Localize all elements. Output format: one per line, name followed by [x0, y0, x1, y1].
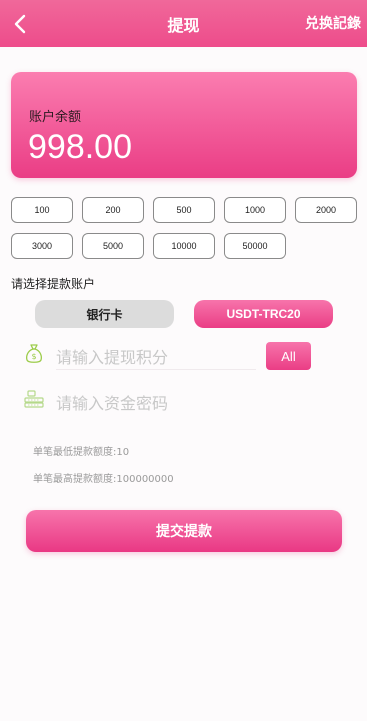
svg-text:$: $ [31, 352, 36, 361]
points-input-underline [56, 369, 256, 370]
amount-button-10000[interactable]: 10000 [153, 233, 215, 259]
header-bar: 提现 兑换記錄 [0, 0, 367, 47]
password-field-row [22, 388, 322, 418]
amount-button-200[interactable]: 200 [82, 197, 144, 223]
amount-button-50000[interactable]: 50000 [224, 233, 286, 259]
balance-card: 账户余额 998.00 [11, 72, 357, 178]
tab-bank-card[interactable]: 银行卡 [35, 300, 174, 328]
money-bag-icon: $ [26, 344, 42, 363]
fund-password-input[interactable] [56, 390, 276, 416]
exchange-records-link[interactable]: 兑换記錄 [305, 13, 361, 33]
points-input[interactable] [56, 344, 276, 370]
amount-button-3000[interactable]: 3000 [11, 233, 73, 259]
balance-value: 998.00 [28, 128, 132, 166]
amount-button-500[interactable]: 500 [153, 197, 215, 223]
amount-button-2000[interactable]: 2000 [295, 197, 357, 223]
amount-button-5000[interactable]: 5000 [82, 233, 144, 259]
amount-button-1000[interactable]: 1000 [224, 197, 286, 223]
submit-withdrawal-button[interactable]: 提交提款 [26, 510, 342, 552]
balance-label: 账户余额 [29, 110, 82, 125]
money-stack-icon [24, 390, 44, 408]
min-limit-text: 单笔最低提款额度:10 [33, 447, 130, 458]
account-select-label: 请选择提款账户 [11, 277, 96, 291]
max-limit-text: 单笔最高提款额度:100000000 [33, 474, 174, 485]
tab-usdt-trc20[interactable]: USDT-TRC20 [194, 300, 333, 328]
all-button[interactable]: All [266, 342, 311, 370]
amount-button-100[interactable]: 100 [11, 197, 73, 223]
